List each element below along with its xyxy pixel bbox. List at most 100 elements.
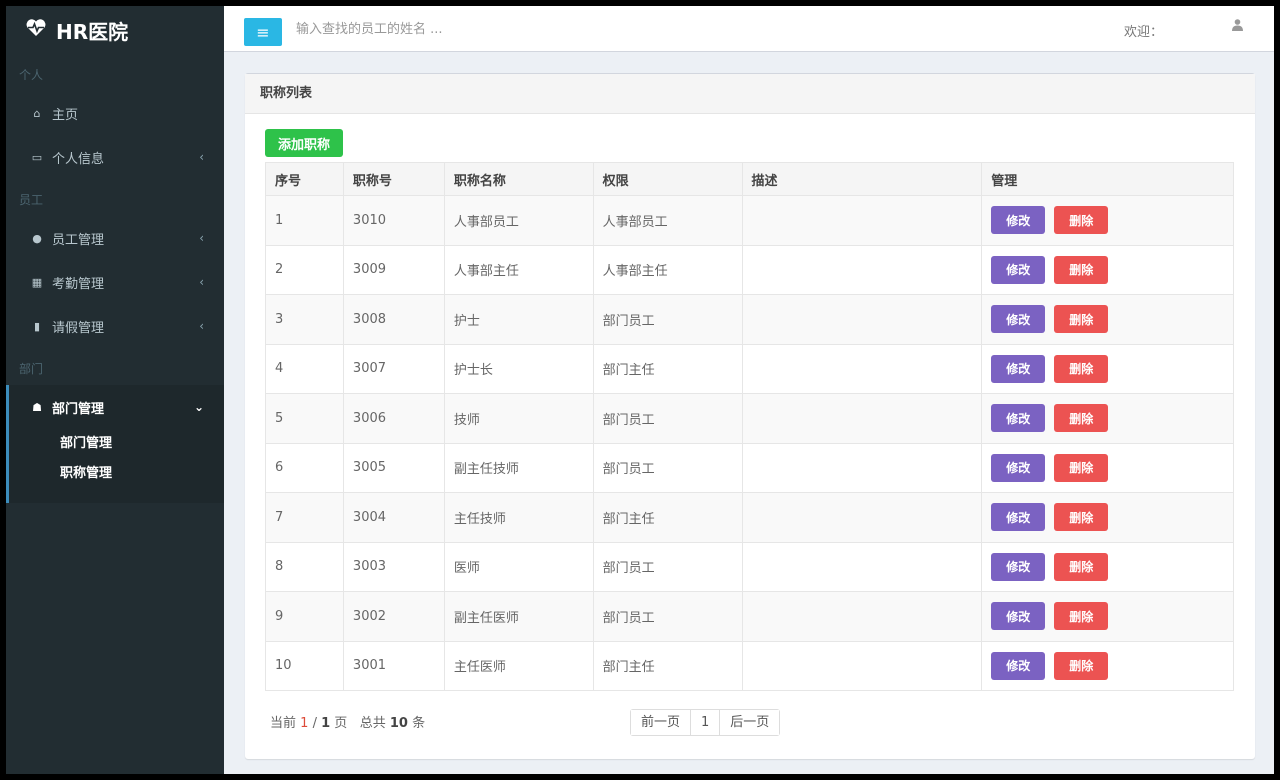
sidebar-item-profile[interactable]: ▭ 个人信息 ‹ xyxy=(6,135,224,179)
id-card-icon: ▭ xyxy=(28,151,46,164)
sidebar-subitem-title[interactable]: 职称管理 xyxy=(9,459,224,489)
cell-index: 7 xyxy=(266,493,344,543)
cell-permission: 部门员工 xyxy=(593,295,742,345)
table-row: 93002副主任医师部门员工修改删除 xyxy=(266,592,1234,642)
edit-button[interactable]: 修改 xyxy=(991,652,1045,680)
chevron-left-icon: ‹ xyxy=(199,319,204,333)
menu-toggle-button[interactable]: ≡ xyxy=(244,18,282,46)
delete-button[interactable]: 删除 xyxy=(1054,454,1108,482)
cell-actions: 修改删除 xyxy=(982,443,1234,493)
edit-button[interactable]: 修改 xyxy=(991,553,1045,581)
cell-name: 护士 xyxy=(444,295,593,345)
cell-code: 3006 xyxy=(343,394,444,444)
sidebar-item-leave[interactable]: ▮ 请假管理 ‹ xyxy=(6,304,224,348)
cell-code: 3010 xyxy=(343,196,444,246)
next-page-button[interactable]: 后一页 xyxy=(720,710,779,735)
sidebar-item-attendance[interactable]: ▦ 考勤管理 ‹ xyxy=(6,260,224,304)
edit-button[interactable]: 修改 xyxy=(991,404,1045,432)
logo-text: HR医院 xyxy=(56,16,128,45)
section-label-staff: 员工 xyxy=(6,179,224,216)
cell-code: 3001 xyxy=(343,641,444,691)
cell-permission: 部门员工 xyxy=(593,592,742,642)
heartbeat-icon xyxy=(26,19,46,41)
delete-button[interactable]: 删除 xyxy=(1054,652,1108,680)
sidebar-item-staff[interactable]: ● 员工管理 ‹ xyxy=(6,216,224,260)
edit-button[interactable]: 修改 xyxy=(991,503,1045,531)
table-row: 13010人事部员工人事部员工修改删除 xyxy=(266,196,1234,246)
delete-button[interactable]: 删除 xyxy=(1054,206,1108,234)
cell-name: 医师 xyxy=(444,542,593,592)
delete-button[interactable]: 删除 xyxy=(1054,503,1108,531)
sidebar-item-dept[interactable]: ☗ 部门管理 ⌄ xyxy=(9,385,224,429)
cell-code: 3009 xyxy=(343,245,444,295)
user-icon[interactable] xyxy=(1232,19,1243,35)
cell-permission: 部门主任 xyxy=(593,641,742,691)
cell-name: 主任技师 xyxy=(444,493,593,543)
edit-button[interactable]: 修改 xyxy=(991,206,1045,234)
cell-actions: 修改删除 xyxy=(982,493,1234,543)
delete-button[interactable]: 删除 xyxy=(1054,553,1108,581)
cell-permission: 部门主任 xyxy=(593,344,742,394)
column-header-code: 职称号 xyxy=(343,163,444,196)
home-icon: ⌂ xyxy=(28,107,46,120)
cell-name: 人事部主任 xyxy=(444,245,593,295)
pagination-info: 当前 1 / 1 页 总共 10 条 xyxy=(270,712,425,731)
cell-permission: 人事部主任 xyxy=(593,245,742,295)
column-header-permission: 权限 xyxy=(593,163,742,196)
cell-actions: 修改删除 xyxy=(982,344,1234,394)
cell-name: 副主任技师 xyxy=(444,443,593,493)
delete-button[interactable]: 删除 xyxy=(1054,305,1108,333)
cell-permission: 人事部员工 xyxy=(593,196,742,246)
cell-index: 1 xyxy=(266,196,344,246)
count-unit: 条 xyxy=(412,716,425,731)
pagination-separator: / xyxy=(313,716,317,731)
prev-page-button[interactable]: 前一页 xyxy=(631,710,691,735)
edit-button[interactable]: 修改 xyxy=(991,355,1045,383)
cell-description xyxy=(742,641,982,691)
edit-button[interactable]: 修改 xyxy=(991,305,1045,333)
table-row: 103001主任医师部门主任修改删除 xyxy=(266,641,1234,691)
cell-permission: 部门员工 xyxy=(593,394,742,444)
hamburger-icon: ≡ xyxy=(256,23,269,42)
cell-description xyxy=(742,344,982,394)
sidebar: HR医院 个人 ⌂ 主页 ▭ 个人信息 ‹ 员工 ● 员工管理 ‹ ▦ 考勤管理… xyxy=(6,6,224,774)
cell-code: 3007 xyxy=(343,344,444,394)
cell-description xyxy=(742,542,982,592)
sitemap-icon: ☗ xyxy=(28,401,46,414)
cell-permission: 部门员工 xyxy=(593,443,742,493)
column-header-description: 描述 xyxy=(742,163,982,196)
edit-button[interactable]: 修改 xyxy=(991,256,1045,284)
edit-button[interactable]: 修改 xyxy=(991,454,1045,482)
edit-button[interactable]: 修改 xyxy=(991,602,1045,630)
table-row: 73004主任技师部门主任修改删除 xyxy=(266,493,1234,543)
current-page: 1 xyxy=(300,716,308,731)
search-input[interactable] xyxy=(296,14,696,44)
table-body: 13010人事部员工人事部员工修改删除23009人事部主任人事部主任修改删除33… xyxy=(266,196,1234,691)
chevron-left-icon: ‹ xyxy=(199,231,204,245)
delete-button[interactable]: 删除 xyxy=(1054,355,1108,383)
cell-permission: 部门员工 xyxy=(593,542,742,592)
sidebar-item-label: 员工管理 xyxy=(52,229,104,248)
column-header-index: 序号 xyxy=(266,163,344,196)
chevron-left-icon: ‹ xyxy=(199,150,204,164)
delete-button[interactable]: 删除 xyxy=(1054,256,1108,284)
cell-index: 8 xyxy=(266,542,344,592)
chevron-left-icon: ‹ xyxy=(199,275,204,289)
cell-name: 技师 xyxy=(444,394,593,444)
title-list-panel: 职称列表 添加职称 序号 职称号 职称名称 权限 描述 管理 13010人事部员… xyxy=(245,73,1255,759)
add-title-button[interactable]: 添加职称 xyxy=(265,129,343,157)
cell-actions: 修改删除 xyxy=(982,245,1234,295)
cell-index: 6 xyxy=(266,443,344,493)
sidebar-item-home[interactable]: ⌂ 主页 xyxy=(6,91,224,135)
delete-button[interactable]: 删除 xyxy=(1054,602,1108,630)
sidebar-subitem-dept[interactable]: 部门管理 xyxy=(9,429,224,459)
cell-name: 人事部员工 xyxy=(444,196,593,246)
delete-button[interactable]: 删除 xyxy=(1054,404,1108,432)
app-window: HR医院 个人 ⌂ 主页 ▭ 个人信息 ‹ 员工 ● 员工管理 ‹ ▦ 考勤管理… xyxy=(6,6,1274,774)
page-number-button[interactable]: 1 xyxy=(691,710,720,735)
cell-code: 3002 xyxy=(343,592,444,642)
cell-description xyxy=(742,196,982,246)
cell-index: 2 xyxy=(266,245,344,295)
logo[interactable]: HR医院 xyxy=(6,6,224,54)
cell-name: 主任医师 xyxy=(444,641,593,691)
